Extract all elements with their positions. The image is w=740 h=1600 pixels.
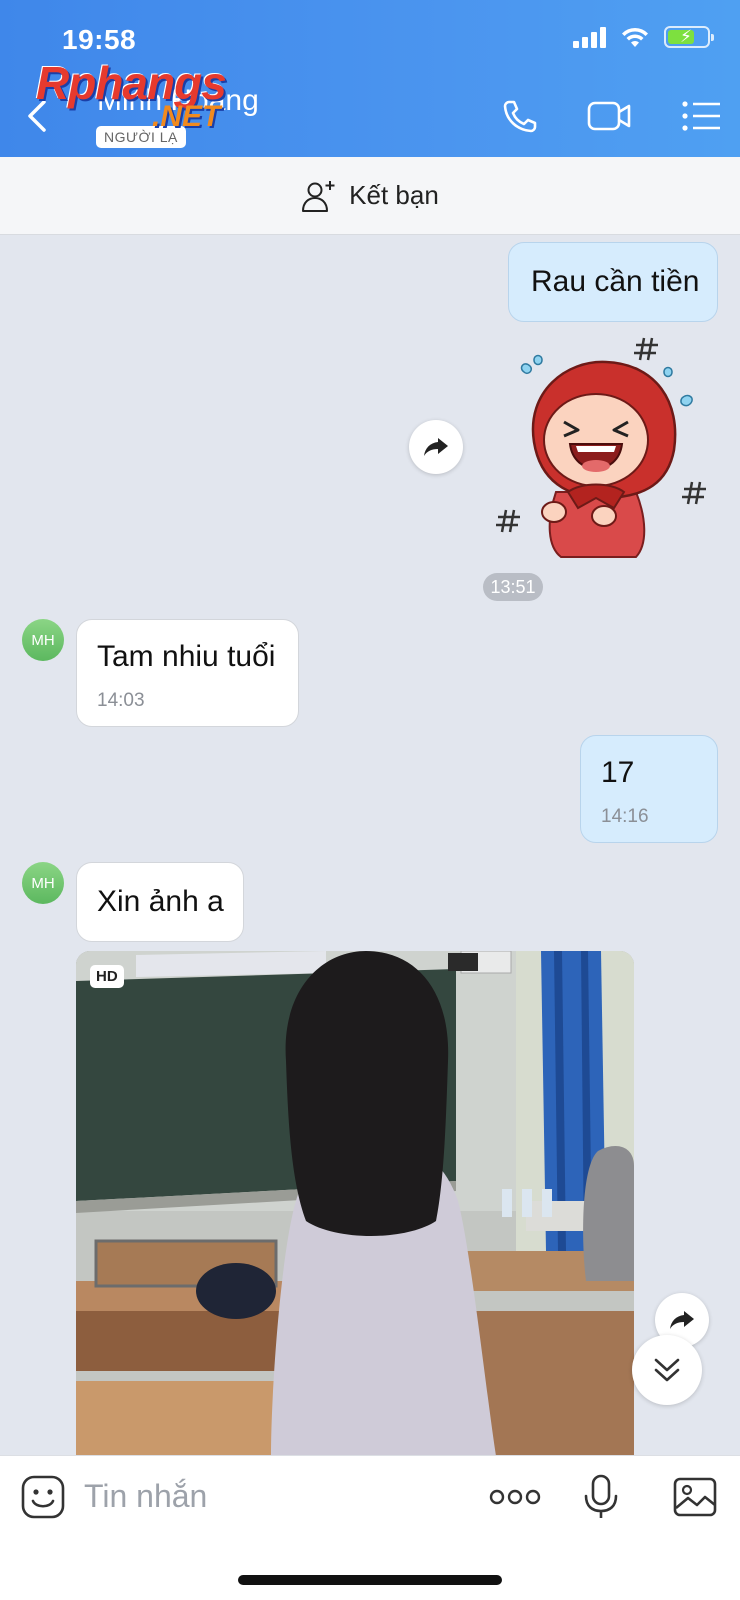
home-indicator	[238, 1575, 502, 1585]
hd-badge: HD	[90, 965, 124, 988]
add-person-icon	[302, 180, 335, 212]
wifi-icon	[622, 27, 648, 47]
message-text: 17	[601, 756, 635, 789]
battery-icon: ⚡	[664, 26, 714, 48]
share-arrow-icon	[670, 1311, 694, 1329]
menu-list-icon[interactable]	[680, 96, 726, 136]
status-time: 19:58	[62, 24, 137, 55]
emoji-icon[interactable]	[20, 1474, 66, 1520]
scroll-to-bottom-button[interactable]	[632, 1335, 702, 1405]
message-bubble-incoming[interactable]: Xin ảnh a	[76, 862, 244, 942]
message-input[interactable]: Tin nhắn	[84, 1478, 207, 1515]
classroom-photo	[76, 951, 634, 1456]
video-camera-icon[interactable]	[586, 96, 632, 136]
message-time: 14:16	[601, 806, 649, 827]
more-options-icon[interactable]	[488, 1474, 542, 1520]
phone-icon[interactable]	[499, 96, 545, 136]
message-bubble-outgoing[interactable]: 17 14:16	[580, 735, 718, 843]
add-friend-label: Kết bạn	[349, 180, 439, 210]
message-text: Tam nhiu tuổi	[97, 640, 276, 673]
avatar[interactable]: MH	[22, 862, 64, 904]
message-timestamp-pill: 13:51	[483, 573, 543, 601]
watermark-logo-sub: .NET	[152, 100, 221, 133]
crying-laughing-girl-sticker[interactable]	[486, 332, 716, 562]
status-icons: ⚡	[573, 26, 714, 48]
photo-message[interactable]: HD	[76, 951, 634, 1456]
message-text: Rau cần tiền	[531, 265, 700, 298]
double-chevron-down-icon	[654, 1358, 680, 1382]
message-text: Xin ảnh a	[97, 885, 224, 918]
cellular-signal-icon	[573, 26, 606, 48]
share-arrow-icon	[424, 438, 448, 456]
chat-header: 19:58 ⚡ Minh Hoàng NGƯỜI LẠ Rphangs .NET	[0, 0, 740, 157]
image-gallery-icon[interactable]	[672, 1474, 718, 1520]
message-time: 14:03	[97, 690, 145, 711]
message-bubble-incoming[interactable]: Tam nhiu tuổi 14:03	[76, 619, 299, 727]
share-forward-button[interactable]	[409, 420, 463, 474]
avatar[interactable]: MH	[22, 619, 64, 661]
message-bubble-outgoing[interactable]: Rau cần tiền	[508, 242, 718, 322]
add-friend-bar[interactable]: Kết bạn	[0, 157, 740, 235]
microphone-icon[interactable]	[578, 1474, 624, 1520]
